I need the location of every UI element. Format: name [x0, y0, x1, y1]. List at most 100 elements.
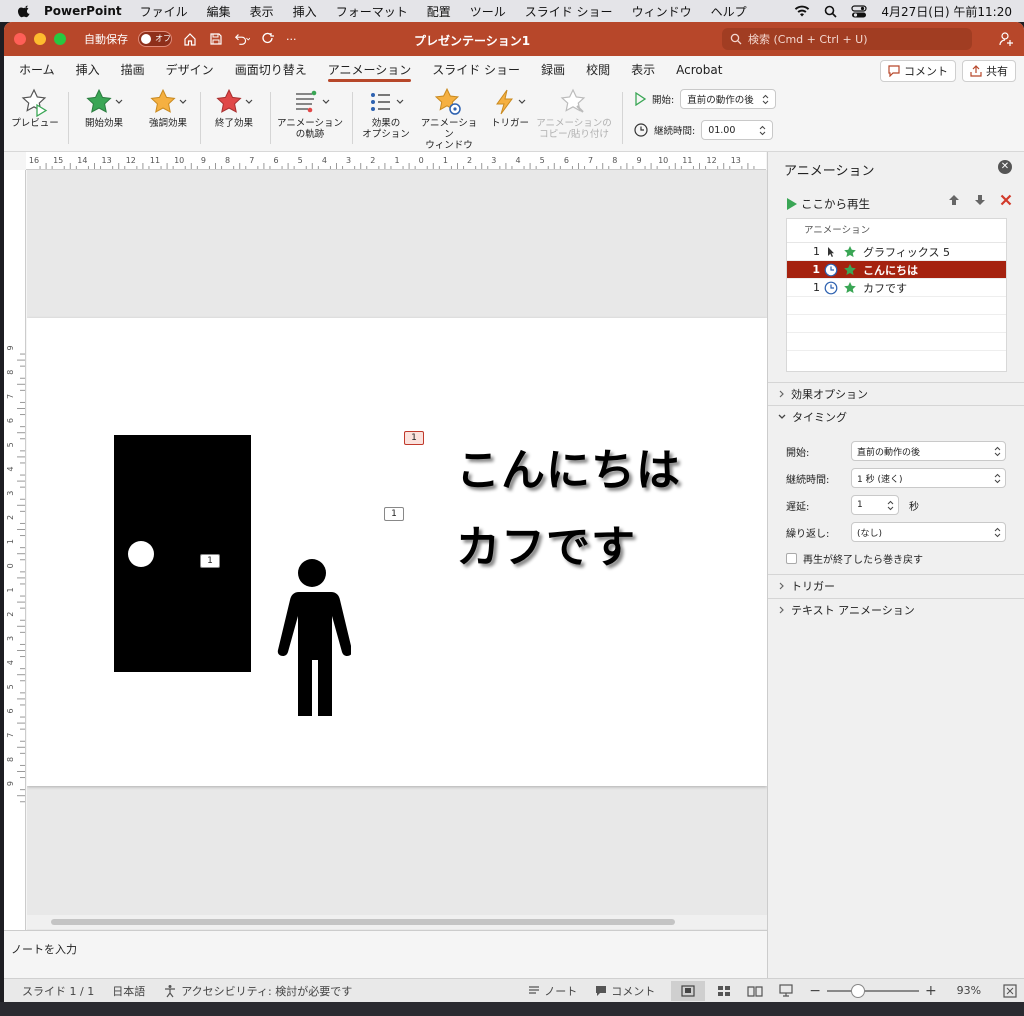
door-graphic[interactable] — [114, 435, 251, 672]
undo-icon[interactable] — [234, 31, 250, 47]
menu-slideshow[interactable]: スライド ショー — [525, 3, 613, 20]
timing-repeat-select[interactable]: (なし) — [851, 522, 1006, 542]
menu-window[interactable]: ウィンドウ — [632, 3, 692, 20]
zoom-window-button[interactable] — [54, 33, 66, 45]
slide-sorter-icon[interactable] — [717, 985, 731, 997]
close-window-button[interactable] — [14, 33, 26, 45]
tab-home[interactable]: ホーム — [19, 56, 55, 84]
timing-section[interactable]: タイミング — [768, 405, 1024, 427]
timing-duration-select[interactable]: 1 秒 (速く) — [851, 468, 1006, 488]
menu-view[interactable]: 表示 — [250, 3, 274, 20]
timing-delay-input[interactable]: 1 — [851, 495, 899, 515]
move-down-icon[interactable] — [974, 194, 986, 206]
home-icon[interactable] — [182, 31, 198, 47]
app-name-menu[interactable]: PowerPoint — [44, 4, 122, 18]
zoom-level[interactable]: 93% — [957, 984, 981, 997]
motion-path-button[interactable]: アニメーション の軌跡 — [274, 86, 346, 140]
stepper-icon[interactable] — [759, 125, 766, 136]
animation-painter-button[interactable]: アニメーションの コピー/貼り付け — [534, 86, 614, 140]
notes-area[interactable]: ノートを入力 — [4, 930, 767, 978]
accessibility-button[interactable]: アクセシビリティ: 検討が必要です — [163, 983, 352, 999]
scrollbar-thumb[interactable] — [51, 919, 675, 925]
animation-badge-door[interactable]: 1 — [200, 554, 220, 568]
menu-edit[interactable]: 編集 — [207, 3, 231, 20]
emphasis-effect-button[interactable]: 強調効果 — [140, 86, 196, 129]
move-up-icon[interactable] — [948, 194, 960, 206]
save-icon[interactable] — [208, 31, 224, 47]
ribbon-start-select[interactable]: 直前の動作の後 — [680, 89, 777, 109]
tab-design[interactable]: デザイン — [166, 56, 214, 84]
animation-painter-label-2: コピー/貼り付け — [539, 129, 609, 140]
delete-icon[interactable] — [1000, 194, 1012, 206]
animation-item-hello[interactable]: 1 こんにちは — [787, 261, 1006, 279]
apple-icon[interactable] — [18, 4, 32, 18]
zoom-out-button[interactable]: − — [809, 983, 821, 999]
trigger-section[interactable]: トリガー — [768, 574, 1024, 596]
search-icon — [730, 33, 742, 45]
tab-review[interactable]: 校閲 — [586, 56, 610, 84]
ruler-tick-label: 4 — [322, 156, 327, 165]
menu-arrange[interactable]: 配置 — [427, 3, 451, 20]
animation-item-graphic[interactable]: 1 グラフィックス 5 — [787, 243, 1006, 261]
search-box[interactable]: 検索 (Cmd + Ctrl + U) — [722, 28, 972, 50]
share-button[interactable]: 共有 — [962, 60, 1016, 82]
stepper-icon[interactable] — [887, 500, 894, 511]
tab-draw[interactable]: 描画 — [121, 56, 145, 84]
tab-slideshow[interactable]: スライド ショー — [432, 56, 520, 84]
zoom-slider[interactable] — [826, 983, 919, 998]
notes-toggle-button[interactable]: ノート — [528, 983, 577, 999]
slide-1[interactable]: 1 1 1 こんにちは カフです — [27, 318, 767, 786]
close-icon[interactable]: ✕ — [998, 160, 1012, 174]
person-graphic[interactable] — [271, 556, 351, 718]
zoom-slider-thumb[interactable] — [851, 983, 866, 998]
language-indicator[interactable]: 日本語 — [112, 983, 145, 999]
comments-toggle-button[interactable]: コメント — [595, 983, 655, 999]
effect-options-section[interactable]: 効果オプション — [768, 382, 1024, 404]
text-animation-section[interactable]: テキスト アニメーション — [768, 598, 1024, 620]
menubar-clock[interactable]: 4月27日(日) 午前11:20 — [881, 3, 1012, 20]
slide-text-kafu[interactable]: カフです — [456, 511, 636, 575]
effect-options-button[interactable]: 効果の オプション — [360, 86, 412, 140]
animation-item-kafu[interactable]: 1 カフです — [787, 279, 1006, 297]
fit-to-window-icon[interactable] — [1003, 983, 1017, 998]
menu-tools[interactable]: ツール — [470, 3, 506, 20]
zoom-in-button[interactable]: + — [925, 983, 937, 999]
tab-view[interactable]: 表示 — [631, 56, 655, 84]
tab-acrobat[interactable]: Acrobat — [676, 56, 722, 84]
more-commands-icon[interactable]: ··· — [286, 33, 297, 46]
trigger-button[interactable]: トリガー — [488, 86, 532, 129]
animation-badge-text1[interactable]: 1 — [404, 431, 424, 445]
ribbon-start-control: 開始: 直前の動作の後 — [634, 89, 777, 109]
ribbon-duration-input[interactable]: 01.00 — [701, 120, 774, 140]
preview-button[interactable]: プレビュー — [8, 86, 62, 129]
control-center-icon[interactable] — [851, 4, 867, 18]
tab-record[interactable]: 録画 — [541, 56, 565, 84]
tab-animations[interactable]: アニメーション — [327, 56, 411, 84]
menu-insert[interactable]: 挿入 — [293, 3, 317, 20]
horizontal-scrollbar[interactable] — [27, 915, 767, 929]
slideshow-view-icon[interactable] — [779, 984, 793, 997]
autosave-toggle[interactable]: オフ — [138, 31, 172, 47]
trigger-section-label: トリガー — [791, 579, 835, 593]
tab-insert[interactable]: 挿入 — [76, 56, 100, 84]
timing-start-select[interactable]: 直前の動作の後 — [851, 441, 1006, 461]
menu-file[interactable]: ファイル — [140, 3, 188, 20]
rewind-checkbox[interactable] — [786, 553, 797, 564]
slide-text-hello[interactable]: こんにちは — [456, 434, 681, 498]
collaborate-icon[interactable] — [998, 30, 1016, 48]
exit-effect-button[interactable]: 終了効果 — [206, 86, 262, 129]
comment-button[interactable]: コメント — [880, 60, 956, 82]
wifi-icon[interactable] — [794, 5, 810, 17]
menu-help[interactable]: ヘルプ — [711, 3, 747, 20]
entrance-effect-button[interactable]: 開始効果 — [76, 86, 132, 129]
tab-transitions[interactable]: 画面切り替え — [235, 56, 307, 84]
animation-badge-text2[interactable]: 1 — [384, 507, 404, 521]
menu-format[interactable]: フォーマット — [336, 3, 408, 20]
minimize-window-button[interactable] — [34, 33, 46, 45]
spotlight-search-icon[interactable] — [824, 5, 837, 18]
normal-view-button[interactable] — [671, 980, 706, 1001]
reading-view-icon[interactable] — [747, 985, 763, 997]
redo-icon[interactable] — [260, 31, 276, 47]
play-from-button[interactable]: ここから再生 — [786, 196, 870, 212]
animation-pane-button[interactable]: アニメーション ウィンドウ — [416, 86, 482, 151]
